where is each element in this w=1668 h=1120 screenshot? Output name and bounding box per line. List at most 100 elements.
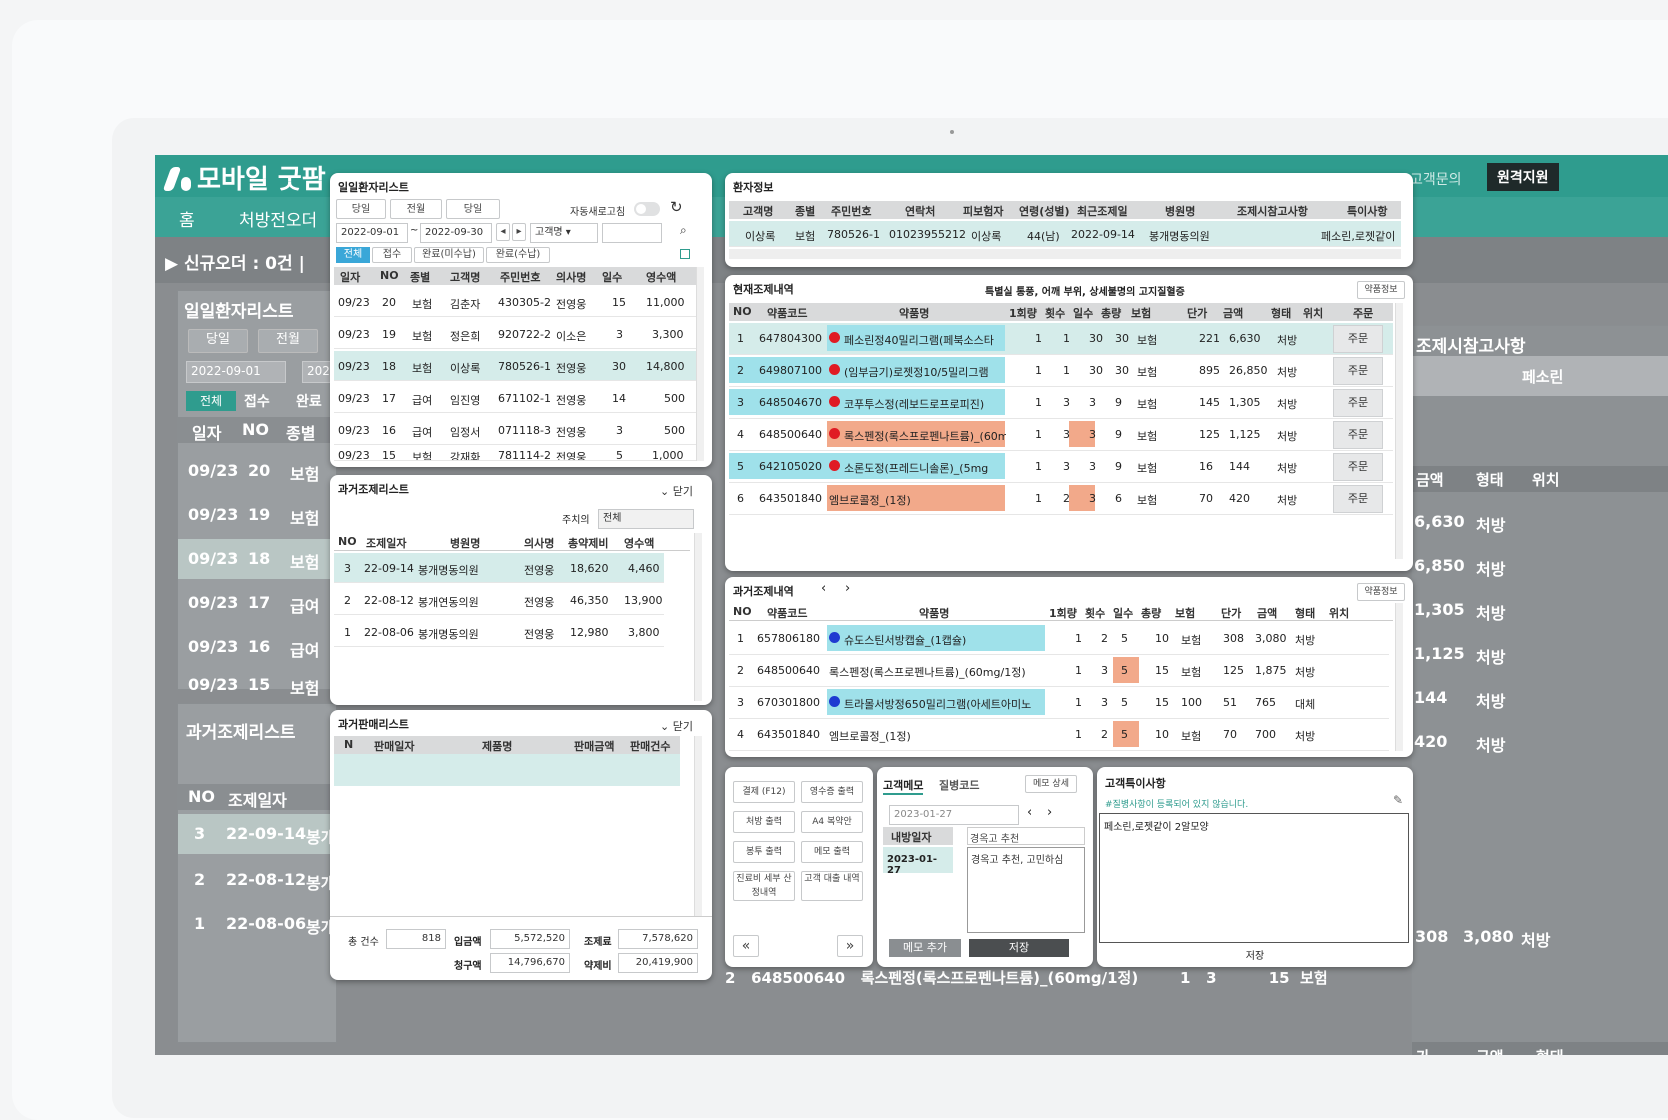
fee-detail-button[interactable]: 진료비 세부 산정내역	[733, 871, 795, 901]
last-page-icon[interactable]: »	[837, 935, 863, 957]
salelist-scrollbar[interactable]	[694, 736, 702, 916]
remote-support-button[interactable]: 원격지원	[1487, 163, 1559, 191]
nav-home[interactable]: 홈	[179, 206, 195, 231]
date-to-input[interactable]: 2022-09-30	[420, 223, 492, 243]
cell: 3	[1063, 460, 1070, 473]
past-row[interactable]: 3 670301800 트라몰서방정650밀리그램(아세트아미노 1 3 5 15 100 51…	[729, 687, 1389, 719]
order-button[interactable]: 주문	[1333, 485, 1383, 513]
cell: 1	[1075, 632, 1082, 645]
tab-today-2[interactable]: 당일	[446, 199, 500, 219]
cell: 5	[1121, 696, 1128, 709]
filter-all[interactable]: 전체	[336, 247, 370, 263]
tab-today[interactable]: 당일	[336, 199, 386, 219]
prescription-print-button[interactable]: 처방 출력	[733, 811, 795, 833]
daily-row[interactable]: 09/23 16 급여 임정서 071118-3 전영웅 3 500	[334, 415, 696, 445]
customer-loan-button[interactable]: 고객 대출 내역	[801, 871, 863, 901]
memo-detail-button[interactable]: 메모 상세	[1025, 775, 1077, 793]
daily-row-partial[interactable]: 09/23 15 보험 강재화 781114-2 전영웅 5 1,000	[334, 447, 696, 461]
salelist-close-button[interactable]: ⌄ 닫기	[660, 718, 693, 734]
bg-filter-all[interactable]: 전체	[186, 391, 236, 411]
order-button[interactable]: 주문	[1333, 389, 1383, 417]
daily-row[interactable]: 09/23 17 급여 임진영 671102-1 전영웅 14 500	[334, 383, 696, 413]
search-input[interactable]	[602, 223, 662, 243]
blue-dot-icon	[829, 696, 840, 707]
filter-done-paid[interactable]: 완료(수납)	[486, 247, 550, 263]
receipt-print-button[interactable]: 영수증 출력	[801, 781, 863, 803]
patient-row[interactable]: 이상록 보험 780526-1 01023955212 이상록 44(남) 2022-09-…	[729, 221, 1401, 247]
memo-date-input[interactable]: 2023-01-27	[889, 805, 1019, 825]
past-row[interactable]: 2 648500640 록스펜정(록스프로펜나트륨)_(60mg/1정) 1 3 5 15 보…	[729, 655, 1389, 687]
past-row[interactable]: 1 657806180 슈도스틴서방캡슐_(1캡슐) 1 2 5 10 보험 308 3,080 처…	[729, 623, 1389, 655]
memo-date-row[interactable]: 2023-01-27	[883, 847, 953, 876]
a4-guide-button[interactable]: A4 복약안	[801, 811, 863, 833]
order-button[interactable]: 주문	[1333, 453, 1383, 481]
bg-daily-title: 일일환자리스트	[184, 302, 294, 322]
first-page-icon[interactable]: «	[733, 935, 759, 957]
edit-pencil-icon[interactable]: ✎	[1393, 793, 1403, 807]
current-scrollbar[interactable]	[1395, 303, 1403, 559]
next-arrow-icon[interactable]: ›	[845, 581, 850, 596]
daily-row[interactable]: 09/23 20 보험 김춘자 430305-2 전영웅 15 11,000	[334, 287, 696, 317]
bg-date-from[interactable]: 2022-09-01	[186, 361, 286, 383]
cell: 1	[1035, 364, 1042, 377]
cell: 페소린정40밀리그램(페북소스타	[844, 334, 994, 347]
filter-done-unpaid[interactable]: 완료(미수납)	[414, 247, 484, 263]
customer-inquiry-link[interactable]: 고객문의	[1410, 169, 1462, 189]
prev-arrow-icon[interactable]: ‹	[821, 581, 826, 596]
bg-tab-month[interactable]: 전월	[258, 329, 318, 353]
memo-content[interactable]: 경옥고 추천, 고민하심	[967, 847, 1085, 933]
daily-table-head: 일자 NO 종별 고객명 주민번호 의사명 일수 영수액	[334, 267, 696, 285]
nav-prescription-order[interactable]: 처방전오더	[239, 206, 317, 231]
memo-add-button[interactable]: 메모 추가	[889, 939, 961, 957]
filter-received[interactable]: 접수	[372, 247, 412, 263]
prev-date-button[interactable]: ◂	[496, 223, 510, 241]
search-type-select[interactable]: 고객명 ▾	[530, 223, 598, 243]
bg-tab-today[interactable]: 당일	[188, 329, 248, 353]
search-icon[interactable]: ⌕	[680, 223, 687, 238]
daily-row-selected[interactable]: 09/23 18 보험 이상록 780526-1 전영웅 30 14,800	[334, 351, 696, 381]
cell: 코푸투스정(레보드로프로피진)	[844, 398, 985, 411]
pastlist-scrollbar[interactable]	[694, 533, 702, 701]
refresh-icon[interactable]: ↻	[670, 198, 683, 216]
memo-print-button[interactable]: 메모 출력	[801, 841, 863, 863]
bg-filter-received[interactable]: 접수	[244, 391, 270, 411]
memo-next-icon[interactable]: ›	[1047, 805, 1052, 820]
daily-row[interactable]: 09/23 19 보험 정은희 920722-2 이소은 3 3,300	[334, 319, 696, 349]
past-scrollbar[interactable]	[1395, 603, 1403, 751]
past-row[interactable]: 4 643501840 엠브로콜정_(1정) 1 2 5 10 보험 70 700 처방	[729, 719, 1389, 751]
current-row[interactable]: 3 648504670 코푸투스정(레보드로프로피진) 1 3 3 9 보험 145 1,305 처…	[729, 387, 1393, 419]
current-row[interactable]: 6 643501840 엠브로콜정_(1정) 1 2 3 6 보험 70 420 처방 주문	[729, 483, 1393, 515]
pastlist-row[interactable]: 1 22-08-06 봉개명동의원 전영웅 12,980 3,800	[334, 617, 664, 647]
next-date-button[interactable]: ▸	[512, 223, 526, 241]
tab-month[interactable]: 전월	[390, 199, 442, 219]
current-row[interactable]: 1 647804300 페소린정40밀리그램(페북소스타 1 1 30 30 보험 221 6,6…	[729, 323, 1393, 355]
pay-button[interactable]: 결제 (F12)	[733, 781, 795, 803]
special-save-button[interactable]: 저장	[1097, 947, 1413, 962]
current-row[interactable]: 5 642105020 소론도정(프레드니솔론)_(5mg 1 3 3 9 보험 16 144 처방…	[729, 451, 1393, 483]
cell: 15	[1155, 664, 1169, 677]
order-button[interactable]: 주문	[1333, 421, 1383, 449]
envelope-print-button[interactable]: 봉투 출력	[733, 841, 795, 863]
memo-prev-icon[interactable]: ‹	[1027, 805, 1032, 820]
bg-filter-done[interactable]: 완료	[296, 391, 322, 411]
filter-checkbox[interactable]	[680, 249, 690, 259]
doctor-select[interactable]: 전체	[598, 509, 694, 529]
salelist-row-empty[interactable]	[334, 754, 680, 786]
current-row[interactable]: 4 648500640 록스펜정(록스프로펜나트륨)_(60m 1 3 3 9 보험 125 1,…	[729, 419, 1393, 451]
current-row[interactable]: 2 649807100 (임부금기)로젯정10/5밀리그램 1 1 30 30 보험 895 26…	[729, 355, 1393, 387]
daily-scrollbar[interactable]	[696, 267, 704, 461]
pastlist-row[interactable]: 2 22-08-12 봉개연동의원 전영웅 46,350 13,900	[334, 585, 664, 615]
pastlist-row-selected[interactable]: 3 22-09-14 봉개명동의원 전영웅 18,620 4,460	[334, 553, 664, 583]
order-button[interactable]: 주문	[1333, 325, 1383, 353]
tab-customer-memo[interactable]: 고객메모	[883, 777, 924, 795]
memo-save-button[interactable]: 저장	[969, 939, 1069, 957]
special-content[interactable]: 페소린,로젯같이 2알모양	[1099, 813, 1409, 943]
date-from-input[interactable]: 2022-09-01	[336, 223, 408, 243]
past-drug-info-button[interactable]: 약품정보	[1357, 583, 1405, 601]
drug-info-button[interactable]: 약품정보	[1357, 281, 1405, 299]
order-button[interactable]: 주문	[1333, 357, 1383, 385]
pastlist-close-button[interactable]: ⌄ 닫기	[660, 483, 693, 499]
auto-refresh-toggle[interactable]	[634, 202, 660, 216]
patient-hscrollbar[interactable]	[729, 249, 1401, 259]
tab-disease-code[interactable]: 질병코드	[939, 777, 979, 793]
